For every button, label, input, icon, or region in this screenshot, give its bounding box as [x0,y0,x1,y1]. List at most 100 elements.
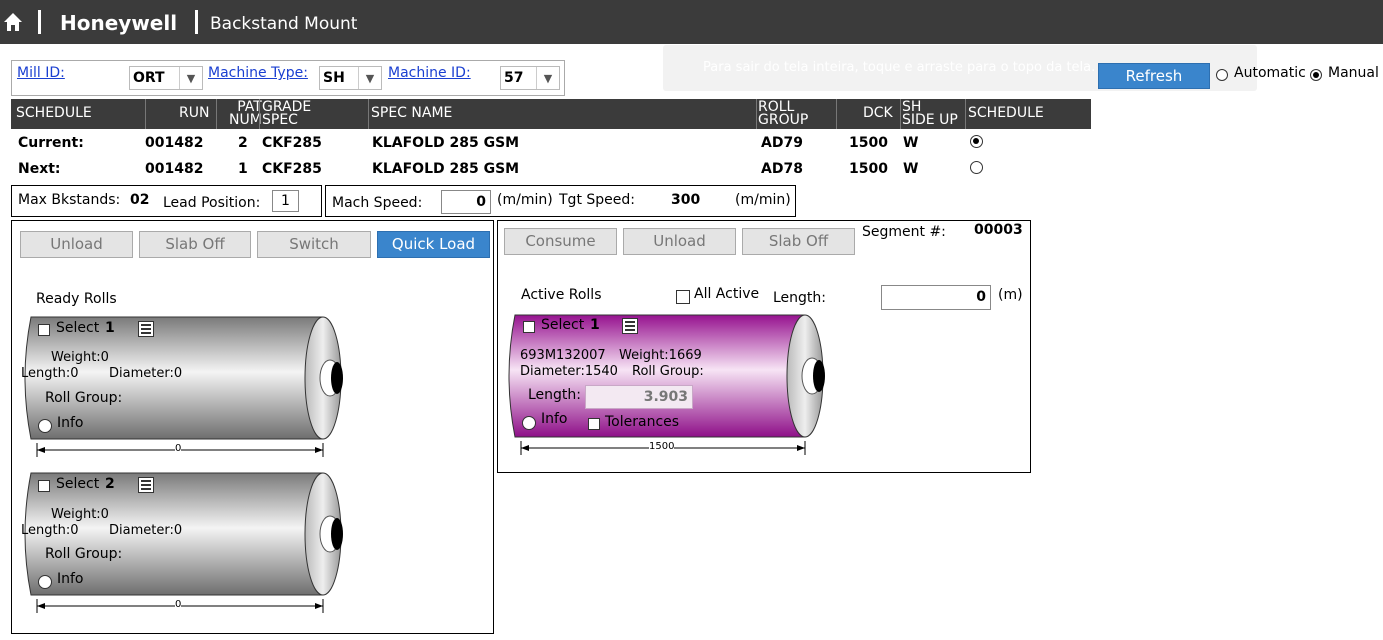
select-checkbox[interactable] [38,480,50,492]
roll-number: 1 [590,317,600,333]
schedule-table-header: SCHEDULE RUN PAT NUM GRADE SPEC SPEC NAM… [11,99,1091,129]
switch-button[interactable]: Switch [257,231,371,258]
slab-off-button[interactable]: Slab Off [742,228,855,255]
select-checkbox[interactable] [38,324,50,336]
slab-off-button[interactable]: Slab Off [139,231,251,258]
info-radio[interactable] [38,419,52,433]
length-input[interactable]: 0 [881,285,991,310]
roll-width-value: 0 [175,599,182,610]
row-label: Current: [18,135,84,151]
select-checkbox[interactable] [523,321,535,333]
col-side-up: SH SIDE UP [902,100,958,128]
roll-length: Length:0 [21,523,79,538]
roll-width-value: 1500 [649,441,675,452]
segment-value: 00003 [974,222,1023,238]
info-radio[interactable] [522,416,536,430]
roll-weight: Weight:1669 [619,348,702,363]
table-row: Next: 001482 1 CKF285 KLAFOLD 285 GSM AD… [11,160,1091,182]
speed-box: Mach Speed: 0 (m/min) Tgt Speed: 300 (m/… [325,185,796,217]
machine-type-value: SH [323,70,345,86]
schedule-radio-next[interactable] [970,161,983,174]
details-icon[interactable] [138,321,154,337]
tolerances-checkbox[interactable] [588,418,600,430]
machine-type-link[interactable]: Machine Type: [208,65,308,81]
row-side: W [903,161,919,177]
details-icon[interactable] [138,477,154,493]
col-run: RUN [179,105,210,121]
divider [38,10,41,34]
active-roll-card[interactable]: Select 1 693M132007 Weight:1669 Diameter… [501,314,831,462]
lead-position-label: Lead Position: [163,195,261,211]
app-name: Honeywell [60,11,178,35]
roll-group-label: Roll Group: [45,546,123,562]
header-separator [216,99,217,129]
consume-button[interactable]: Consume [504,228,617,255]
row-spec-name: KLAFOLD 285 GSM [372,135,520,151]
machine-id-value: 57 [504,70,524,86]
machine-type-select[interactable]: SH ▼ [319,66,382,90]
row-pat: 1 [238,161,248,177]
home-icon[interactable] [3,12,23,32]
header-separator [145,99,146,129]
automatic-label: Automatic [1234,65,1306,81]
unload-button[interactable]: Unload [20,231,133,258]
ready-rolls-panel: Unload Slab Off Switch Quick Load Ready … [11,220,494,634]
header-separator [756,99,757,129]
row-grade: CKF285 [262,161,322,177]
header-separator [368,99,369,129]
select-label: Select [56,320,100,336]
manual-label: Manual [1328,65,1379,81]
roll-group-label: Roll Group: [632,364,704,379]
filter-bar: Mill ID: ORT ▼ Machine Type: SH ▼ Machin… [11,60,565,96]
lead-position-input[interactable]: 1 [272,190,299,212]
header-separator [965,99,966,129]
machine-id-select[interactable]: 57 ▼ [500,66,560,90]
tgt-speed-unit: (m/min) [735,192,791,208]
roll-length-input[interactable]: 3.903 [585,385,693,409]
info-radio[interactable] [38,575,52,589]
mill-id-link[interactable]: Mill ID: [17,65,65,81]
chevron-down-icon: ▼ [358,67,381,89]
active-rolls-panel: Consume Unload Slab Off Segment #: 00003… [497,220,1031,473]
row-run: 001482 [145,161,204,177]
info-label: Info [57,571,84,587]
details-icon[interactable] [622,318,638,334]
max-bkstands-value: 02 [130,192,150,208]
row-side: W [903,135,919,151]
quick-load-button[interactable]: Quick Load [377,231,490,258]
schedule-radio-current[interactable] [970,135,983,148]
ready-roll-card[interactable]: Select 1 Weight:0 Length:0 Diameter:0 Ro… [17,316,357,464]
col-spec-name: SPEC NAME [371,105,453,121]
roll-weight: Weight:0 [51,350,109,365]
col-grade: GRADE SPEC [262,100,311,127]
mill-id-select[interactable]: ORT ▼ [129,66,203,90]
ready-roll-card[interactable]: Select 2 Weight:0 Length:0 Diameter:0 Ro… [17,472,357,620]
refresh-button[interactable]: Refresh [1098,63,1210,89]
roll-width-value: 0 [175,443,182,454]
all-active-checkbox[interactable] [676,290,690,304]
roll-number: 2 [105,476,115,492]
unload-button[interactable]: Unload [623,228,736,255]
length-unit: (m) [998,287,1023,303]
roll-diameter: Diameter:0 [109,366,183,381]
bkstands-box: Max Bkstands: 02 Lead Position: 1 [11,185,322,217]
roll-length-label: Length: [528,387,582,403]
manual-radio[interactable] [1310,69,1322,81]
roll-id: 693M132007 [520,348,606,363]
select-label: Select [541,317,585,333]
chevron-down-icon: ▼ [179,67,202,89]
header-separator [836,99,837,129]
ready-rolls-title: Ready Rolls [36,291,117,307]
active-rolls-title: Active Rolls [521,287,602,303]
all-active-label: All Active [694,286,760,302]
info-label: Info [57,415,84,431]
automatic-radio[interactable] [1216,69,1228,81]
mach-speed-input[interactable]: 0 [441,190,491,214]
tolerances-label: Tolerances [605,414,680,430]
col-sh-line2: SIDE UP [902,112,958,128]
row-dck: 1500 [849,161,888,177]
mach-speed-label: Mach Speed: [332,195,423,211]
roll-group-label: Roll Group: [45,390,123,406]
machine-id-link[interactable]: Machine ID: [388,65,471,81]
page-title: Backstand Mount [210,14,358,34]
